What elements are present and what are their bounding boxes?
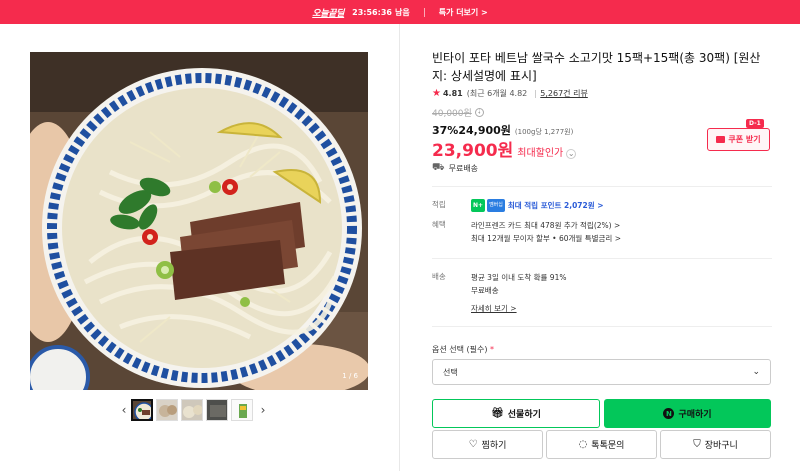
product-main-image[interactable]: 1 / 6 <box>30 52 368 390</box>
coupon-icon <box>716 136 726 143</box>
promo-logo[interactable]: 오늘끝딜 <box>312 6 344 19</box>
thumbnail-1[interactable] <box>131 399 153 421</box>
star-icon: ★ <box>432 88 441 99</box>
buy-label: 구매하기 <box>678 410 712 420</box>
image-counter: 1 / 6 <box>342 372 358 380</box>
promo-timer-suffix: 남음 <box>394 7 410 17</box>
buy-button[interactable]: N 구매하기 <box>604 399 771 428</box>
thumb-bowls-image <box>182 400 202 420</box>
original-price: 40,000원 <box>432 109 472 119</box>
chat-icon: ◌ <box>578 439 588 450</box>
thumb-package-image <box>157 400 177 420</box>
rating-row: ★ 4.81 (최근 6개월 4.82 5,267건 리뷰 <box>432 88 588 99</box>
card-benefit-lines: 라인프렌즈 카드 최대 478원 추가 적립(2%) > 최대 12개월 무이자… <box>471 219 621 245</box>
section-divider <box>432 186 772 187</box>
promo-more-link[interactable]: 특가 더보기 > <box>439 7 488 18</box>
gift-icon: 🎁︎ <box>491 408 504 419</box>
original-price-row: 40,000원 i <box>432 106 484 119</box>
gift-label: 선물하기 <box>507 410 541 420</box>
option-select[interactable]: 선택 ⌄ <box>432 359 771 385</box>
delivery-line-1: 평균 3일 이내 도착 확률 91% <box>471 273 567 282</box>
shipping-summary: 무료배송 <box>448 164 479 173</box>
required-mark: * <box>490 345 495 354</box>
max-discount-row: 23,900원 최대할인가 ⌄ <box>432 136 577 161</box>
cart-label: 장바구니 <box>704 441 738 451</box>
thumbnail-3[interactable] <box>181 399 203 421</box>
coupon-dday-badge: D-1 <box>746 119 764 128</box>
max-discount-label[interactable]: 최대할인가 <box>517 144 563 159</box>
delivery-lines: 평균 3일 이내 도착 확률 91% 무료배송 자세히 보기 > <box>471 271 566 315</box>
chevron-right-icon[interactable]: › <box>256 400 270 420</box>
promo-divider <box>423 7 425 17</box>
thumb-dark-image <box>207 400 227 420</box>
coupon-label: 쿠폰 받기 <box>728 135 761 144</box>
option-select-value: 선택 <box>443 367 458 377</box>
rating-score: 4.81 <box>442 89 463 98</box>
promo-timer: 23:56:36 <box>352 7 392 17</box>
info-icon[interactable]: i <box>474 108 484 117</box>
thumbnail-strip: ‹ › <box>117 398 270 422</box>
product-title: 빈타이 포타 베트남 쌀국수 소고기맛 15팩+15팩(총 30팩) [원산지:… <box>432 51 761 83</box>
points-text: 최대 적립 포인트 2,072원 > <box>507 201 604 210</box>
card-benefit-line-2[interactable]: 최대 12개월 무이자 할부 • 60개월 특별금리 > <box>471 234 621 243</box>
naver-plus-badge: N+ <box>471 199 486 212</box>
option-label-text: 옵션 선택 (필수) <box>432 345 488 354</box>
wish-button[interactable]: ♡ 찜하기 <box>432 430 543 459</box>
naver-pay-icon: N <box>663 408 675 419</box>
option-label: 옵션 선택 (필수) * <box>432 344 494 355</box>
chevron-down-icon: ⌄ <box>752 367 760 377</box>
card-benefit-line-1[interactable]: 라인프렌즈 카드 최대 478원 추가 적립(2%) > <box>471 221 620 230</box>
thumb-bowl-image <box>133 401 151 419</box>
chevron-left-icon[interactable]: ‹ <box>117 400 131 420</box>
coupon-button[interactable]: 쿠폰 받기 <box>707 128 770 151</box>
talk-label: 톡톡문의 <box>591 441 625 451</box>
promo-bar: 오늘끝딜 23:56:36 남음 특가 더보기 > <box>0 0 800 24</box>
pho-bowl-illustration <box>30 52 368 390</box>
panel-divider <box>399 24 400 471</box>
delivery-line-2: 무료배송 <box>471 286 499 295</box>
thumb-product-image <box>232 400 252 420</box>
talk-button[interactable]: ◌ 톡톡문의 <box>546 430 657 459</box>
points-key: 적립 <box>432 200 446 209</box>
points-link[interactable]: N+ 멤버십 최대 적립 포인트 2,072원 > <box>471 199 604 212</box>
heart-icon: ♡ <box>468 439 478 450</box>
cart-button[interactable]: ⛉ 장바구니 <box>660 430 771 459</box>
thumbnail-2[interactable] <box>156 399 178 421</box>
gift-button[interactable]: 🎁︎ 선물하기 <box>432 399 600 428</box>
wish-label: 찜하기 <box>481 441 507 451</box>
review-count-link[interactable]: 5,267건 리뷰 <box>540 88 588 99</box>
thumbnail-4[interactable] <box>206 399 228 421</box>
rating-divider <box>535 89 537 98</box>
rating-recent: (최근 6개월 4.82 <box>466 89 528 98</box>
section-divider <box>432 326 772 327</box>
chevron-down-icon[interactable]: ⌄ <box>566 148 577 159</box>
section-divider <box>432 258 772 259</box>
delivery-detail-link[interactable]: 자세히 보기 > <box>471 302 517 315</box>
thumbnail-5[interactable] <box>231 399 253 421</box>
truck-icon: ⛟ <box>432 162 445 173</box>
delivery-key: 배송 <box>432 272 446 281</box>
card-benefit-key: 혜택 <box>432 220 446 229</box>
shipping-summary-row: ⛟ 무료배송 <box>432 162 478 175</box>
cart-icon: ⛉ <box>693 439 701 450</box>
max-discount-price: 23,900원 <box>432 141 514 161</box>
membership-badge: 멤버십 <box>487 199 505 212</box>
